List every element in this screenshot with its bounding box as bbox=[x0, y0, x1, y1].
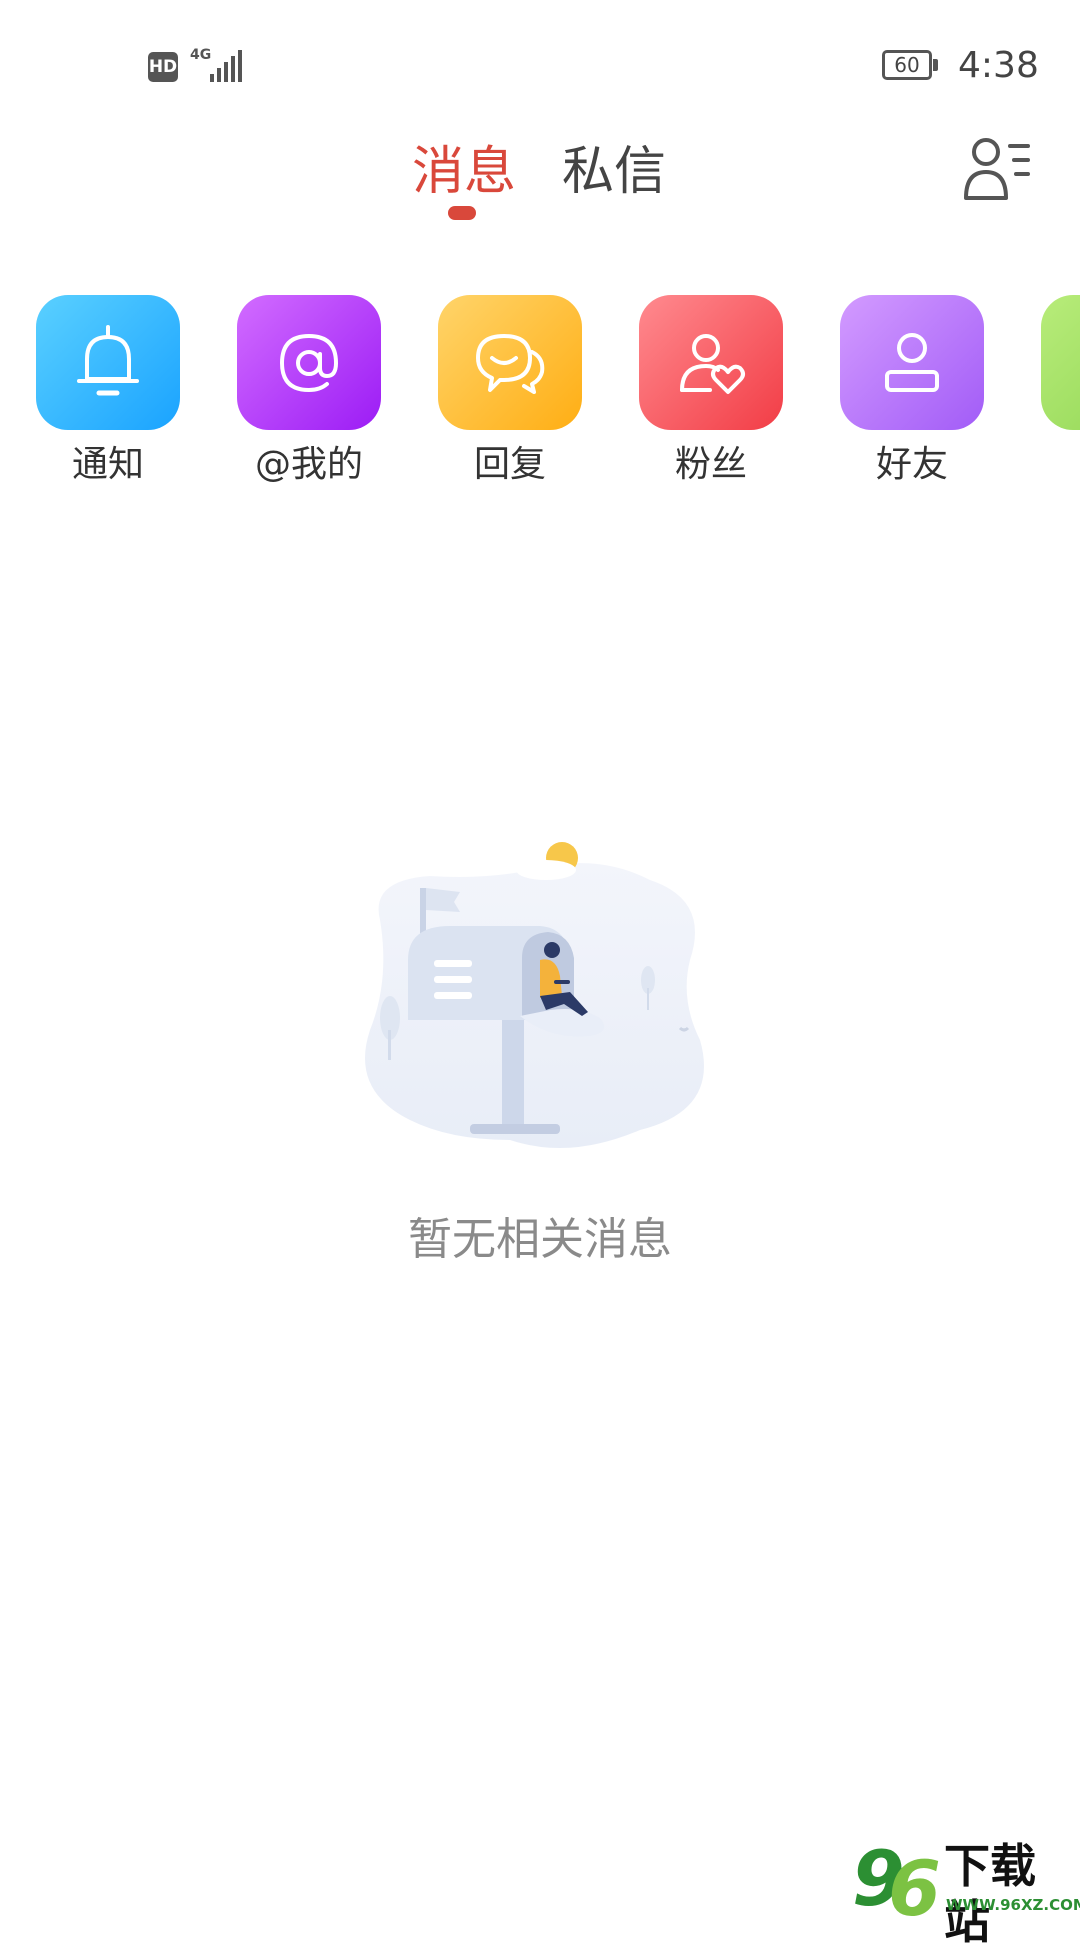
watermark-name: 下载站 bbox=[944, 1839, 1036, 1949]
at-icon bbox=[279, 333, 339, 392]
notifications-tile[interactable] bbox=[36, 295, 180, 430]
header: 消息 私信 bbox=[0, 120, 1080, 240]
empty-state-message: 暂无相关消息 bbox=[408, 1214, 672, 1265]
chat-bubbles-icon bbox=[476, 333, 545, 394]
category-label: 粉丝 bbox=[674, 444, 747, 485]
category-label: 好友 bbox=[875, 444, 948, 485]
user-icon bbox=[885, 332, 939, 392]
watermark-url: WWW.96XZ.COM bbox=[946, 1896, 1080, 1914]
hd-badge: HD bbox=[148, 52, 178, 82]
mailbox-illustration bbox=[365, 842, 704, 1148]
tab-private-messages[interactable]: 私信 bbox=[562, 132, 666, 212]
bell-icon bbox=[77, 324, 139, 395]
category-row: 通知 @我的 回复 粉丝 好友 bbox=[0, 292, 1080, 492]
watermark-logo: 9 6 下载站 WWW.96XZ.COM bbox=[852, 1838, 1080, 1950]
status-bar: HD 4G 60 4:38 bbox=[0, 0, 1080, 120]
active-tab-indicator bbox=[448, 206, 476, 220]
watermark-digit-six: 6 bbox=[888, 1844, 941, 1933]
battery-level: 60 bbox=[894, 53, 920, 77]
partial-icon[interactable] bbox=[1041, 295, 1080, 430]
tab-messages[interactable]: 消息 bbox=[412, 132, 516, 212]
friends-tile[interactable] bbox=[840, 295, 984, 430]
battery-indicator: 60 bbox=[882, 50, 940, 80]
category-friends[interactable]: 好友 bbox=[837, 292, 987, 492]
category-label: 回复 bbox=[473, 444, 546, 485]
category-label: @我的 bbox=[254, 444, 363, 485]
status-time: 4:38 bbox=[958, 45, 1039, 86]
contacts-list-icon[interactable] bbox=[962, 132, 1032, 208]
category-label: 通知 bbox=[71, 444, 144, 485]
fans-tile[interactable] bbox=[639, 295, 783, 430]
mentions-tile[interactable] bbox=[237, 295, 381, 430]
category-replies[interactable]: 回复 bbox=[435, 292, 585, 492]
category-mentions[interactable]: @我的 bbox=[234, 292, 384, 492]
signal-icon bbox=[210, 50, 242, 82]
user-heart-icon bbox=[680, 333, 745, 394]
category-notifications[interactable]: 通知 bbox=[33, 292, 183, 492]
category-fans[interactable]: 粉丝 bbox=[636, 292, 786, 492]
replies-tile[interactable] bbox=[438, 295, 582, 430]
category-partial[interactable] bbox=[1038, 292, 1080, 492]
